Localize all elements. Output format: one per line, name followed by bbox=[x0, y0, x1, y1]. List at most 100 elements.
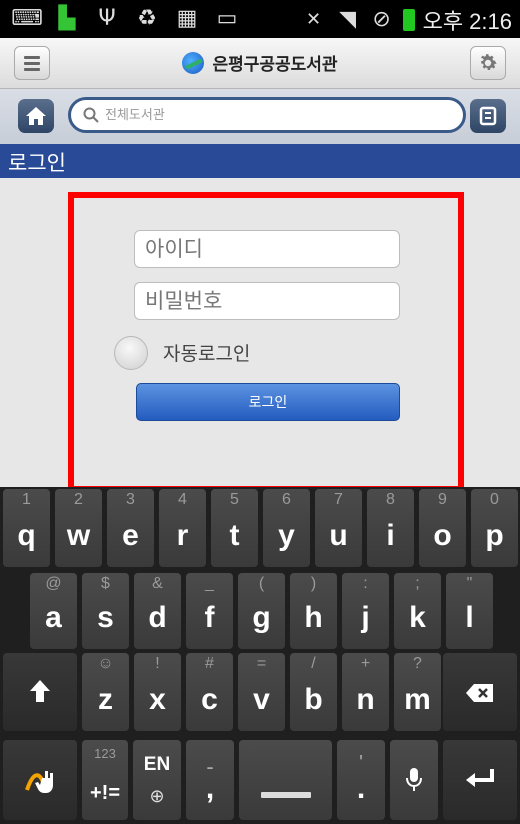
key-h[interactable]: ) h bbox=[290, 573, 337, 649]
app-header: 은평구공공도서관 bbox=[0, 38, 520, 89]
home-icon bbox=[26, 107, 46, 125]
key-o[interactable]: 9o bbox=[419, 489, 466, 567]
key-label: d bbox=[148, 601, 167, 634]
settings-button[interactable] bbox=[470, 46, 506, 80]
side-panel-button[interactable] bbox=[470, 99, 506, 133]
key-label: p bbox=[485, 519, 504, 552]
key-label: q bbox=[17, 519, 36, 552]
key-w[interactable]: 2w bbox=[55, 489, 102, 567]
key-label: e bbox=[122, 519, 139, 552]
key-label: o bbox=[433, 519, 452, 552]
auto-login-label[interactable]: 자동로그인 bbox=[163, 339, 250, 366]
login-button[interactable]: 로그인 bbox=[136, 383, 400, 421]
key-sub-label: 9 bbox=[438, 491, 447, 508]
enter-key[interactable] bbox=[443, 740, 517, 820]
key-i[interactable]: 8i bbox=[367, 489, 414, 567]
key-sub-label: 3 bbox=[126, 491, 135, 508]
key-c[interactable]: # c bbox=[186, 653, 233, 731]
home-button[interactable] bbox=[18, 99, 54, 133]
backspace-key[interactable] bbox=[443, 653, 517, 731]
key-p[interactable]: 0p bbox=[471, 489, 518, 567]
language-key[interactable]: EN ⊕ bbox=[133, 740, 181, 820]
language-label: EN bbox=[143, 754, 171, 775]
key-f[interactable]: _ f bbox=[186, 573, 233, 649]
key-r[interactable]: 4r bbox=[159, 489, 206, 567]
app-title-wrap: 은평구공공도서관 bbox=[0, 50, 520, 75]
symbols-key[interactable]: 123 +!= bbox=[82, 740, 128, 820]
key-label: s bbox=[97, 601, 114, 634]
key-a[interactable]: @ a bbox=[30, 573, 77, 649]
key-k[interactable]: ; k bbox=[394, 573, 441, 649]
wifi-icon: ◥ bbox=[339, 7, 357, 32]
key-label: k bbox=[409, 601, 426, 634]
swipe-hand-icon bbox=[25, 771, 53, 793]
key-sub-label: ( bbox=[258, 575, 265, 592]
key-l[interactable]: " l bbox=[446, 573, 493, 649]
battery-icon bbox=[402, 9, 415, 31]
key-label: t bbox=[229, 519, 240, 552]
key-sub-label: 0 bbox=[490, 491, 499, 508]
password-field[interactable] bbox=[135, 283, 399, 319]
auto-login-checkbox[interactable] bbox=[114, 336, 148, 370]
id-field[interactable] bbox=[135, 231, 399, 267]
key-sub-label: 2 bbox=[74, 491, 83, 508]
id-field-wrap[interactable] bbox=[134, 230, 400, 268]
key-label: v bbox=[253, 683, 270, 716]
key-sub-label: 5 bbox=[230, 491, 239, 508]
usb-icon: Ψ bbox=[98, 6, 116, 31]
shift-key[interactable] bbox=[3, 653, 77, 731]
key-x[interactable]: ! x bbox=[134, 653, 181, 731]
key-sub-label: _ bbox=[205, 575, 214, 592]
key-u[interactable]: 7u bbox=[315, 489, 362, 567]
section-header: 로그인 bbox=[0, 144, 520, 178]
key-sub-label: 8 bbox=[386, 491, 395, 508]
key-label: h bbox=[304, 601, 323, 634]
key-d[interactable]: & d bbox=[134, 573, 181, 649]
globe-icon: ⊕ bbox=[149, 786, 165, 807]
key-sub-label: @ bbox=[45, 575, 62, 592]
image-icon: ▭ bbox=[216, 6, 238, 31]
key-label: u bbox=[329, 519, 348, 552]
search-icon bbox=[83, 107, 99, 123]
key-e[interactable]: 3e bbox=[107, 489, 154, 567]
sim-icon: ▦ bbox=[176, 6, 198, 31]
backspace-icon bbox=[466, 684, 493, 702]
enter-icon bbox=[466, 769, 494, 787]
key-label: b bbox=[304, 683, 323, 716]
key-label: a bbox=[45, 601, 62, 634]
period-key[interactable]: ' . bbox=[337, 740, 385, 820]
gear-icon bbox=[480, 54, 497, 70]
key-s[interactable]: $ s bbox=[82, 573, 129, 649]
panel-icon bbox=[479, 106, 497, 126]
key-label: f bbox=[204, 601, 215, 634]
key-m[interactable]: ? m bbox=[394, 653, 441, 731]
key-sub-label: 1 bbox=[22, 491, 31, 508]
voice-input-key[interactable] bbox=[390, 740, 438, 820]
app-title: 은평구공공도서관 bbox=[212, 55, 338, 75]
key-label: m bbox=[404, 683, 431, 716]
space-bar-icon bbox=[261, 792, 311, 798]
key-t[interactable]: 5t bbox=[211, 489, 258, 567]
key-b[interactable]: / b bbox=[290, 653, 337, 731]
search-input-wrap[interactable] bbox=[68, 97, 466, 133]
key-label: g bbox=[252, 601, 271, 634]
key-label: r bbox=[176, 519, 189, 552]
key-v[interactable]: = v bbox=[238, 653, 285, 731]
password-field-wrap[interactable] bbox=[134, 282, 400, 320]
key-g[interactable]: (g bbox=[238, 573, 285, 649]
key-j[interactable]: :j bbox=[342, 573, 389, 649]
space-key[interactable] bbox=[239, 740, 332, 820]
key-z[interactable]: ☺ z bbox=[82, 653, 129, 731]
handwriting-key[interactable] bbox=[3, 740, 77, 820]
comma-key[interactable]: - , bbox=[186, 740, 234, 820]
microphone-icon bbox=[406, 768, 422, 791]
shift-icon bbox=[30, 680, 50, 702]
key-q[interactable]: 1q bbox=[3, 489, 50, 567]
key-y[interactable]: 6y bbox=[263, 489, 310, 567]
key-n[interactable]: + n bbox=[342, 653, 389, 731]
period-label: . bbox=[356, 772, 366, 805]
search-input[interactable] bbox=[103, 106, 407, 124]
status-bar: ⌨ ▙ Ψ ♻ ▦ ▭ ✕ ◥ ⊘ 오후 2:16 bbox=[0, 0, 520, 38]
key-sub-label: ) bbox=[310, 575, 317, 592]
key-label: j bbox=[361, 601, 370, 634]
